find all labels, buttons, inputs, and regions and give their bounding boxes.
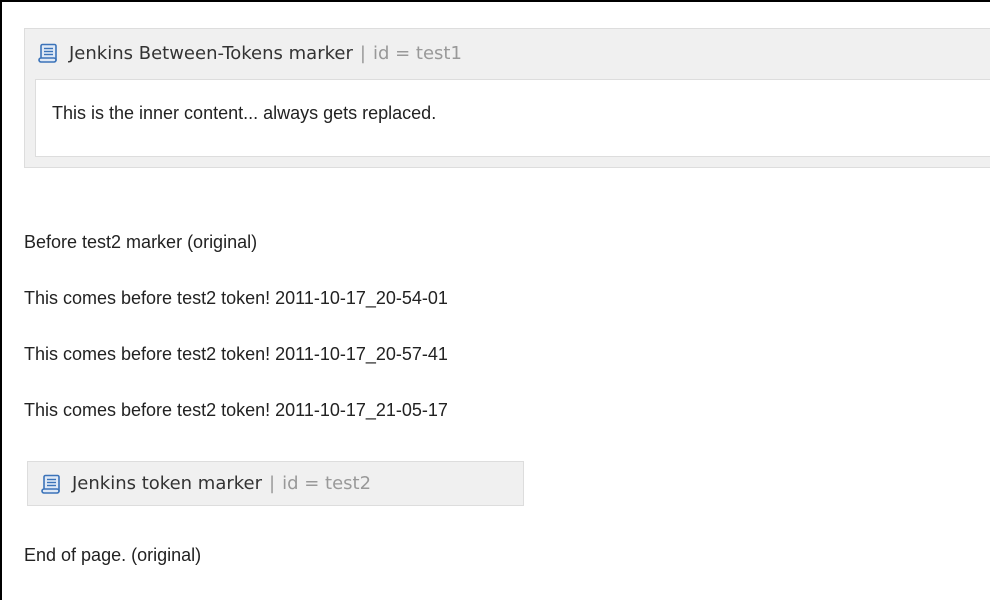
macro-param: id = test1: [372, 42, 462, 64]
paragraph-line: This comes before test2 token! 2011-10-1…: [24, 400, 448, 420]
token-marker-macro: Jenkins token marker | id = test2: [27, 461, 524, 506]
macro-separator: |: [269, 473, 276, 494]
macro-inner-content: This is the inner content... always gets…: [35, 79, 990, 157]
macro-title: Jenkins token marker: [72, 473, 263, 494]
macro-separator: |: [359, 42, 366, 64]
macro-title: Jenkins Between-Tokens marker: [69, 42, 353, 64]
macro-param: id = test2: [282, 473, 372, 494]
between-tokens-macro-header: Jenkins Between-Tokens marker | id = tes…: [25, 29, 990, 77]
paragraph-before-marker: Before test2 marker (original): [24, 232, 258, 252]
paragraph-end-of-page: End of page. (original): [24, 545, 202, 565]
scroll-icon: [38, 43, 57, 63]
between-tokens-macro: Jenkins Between-Tokens marker | id = tes…: [24, 28, 990, 168]
scroll-icon: [41, 474, 60, 494]
paragraph-line: This comes before test2 token! 2011-10-1…: [24, 288, 448, 308]
paragraph-line: This comes before test2 token! 2011-10-1…: [24, 344, 448, 364]
